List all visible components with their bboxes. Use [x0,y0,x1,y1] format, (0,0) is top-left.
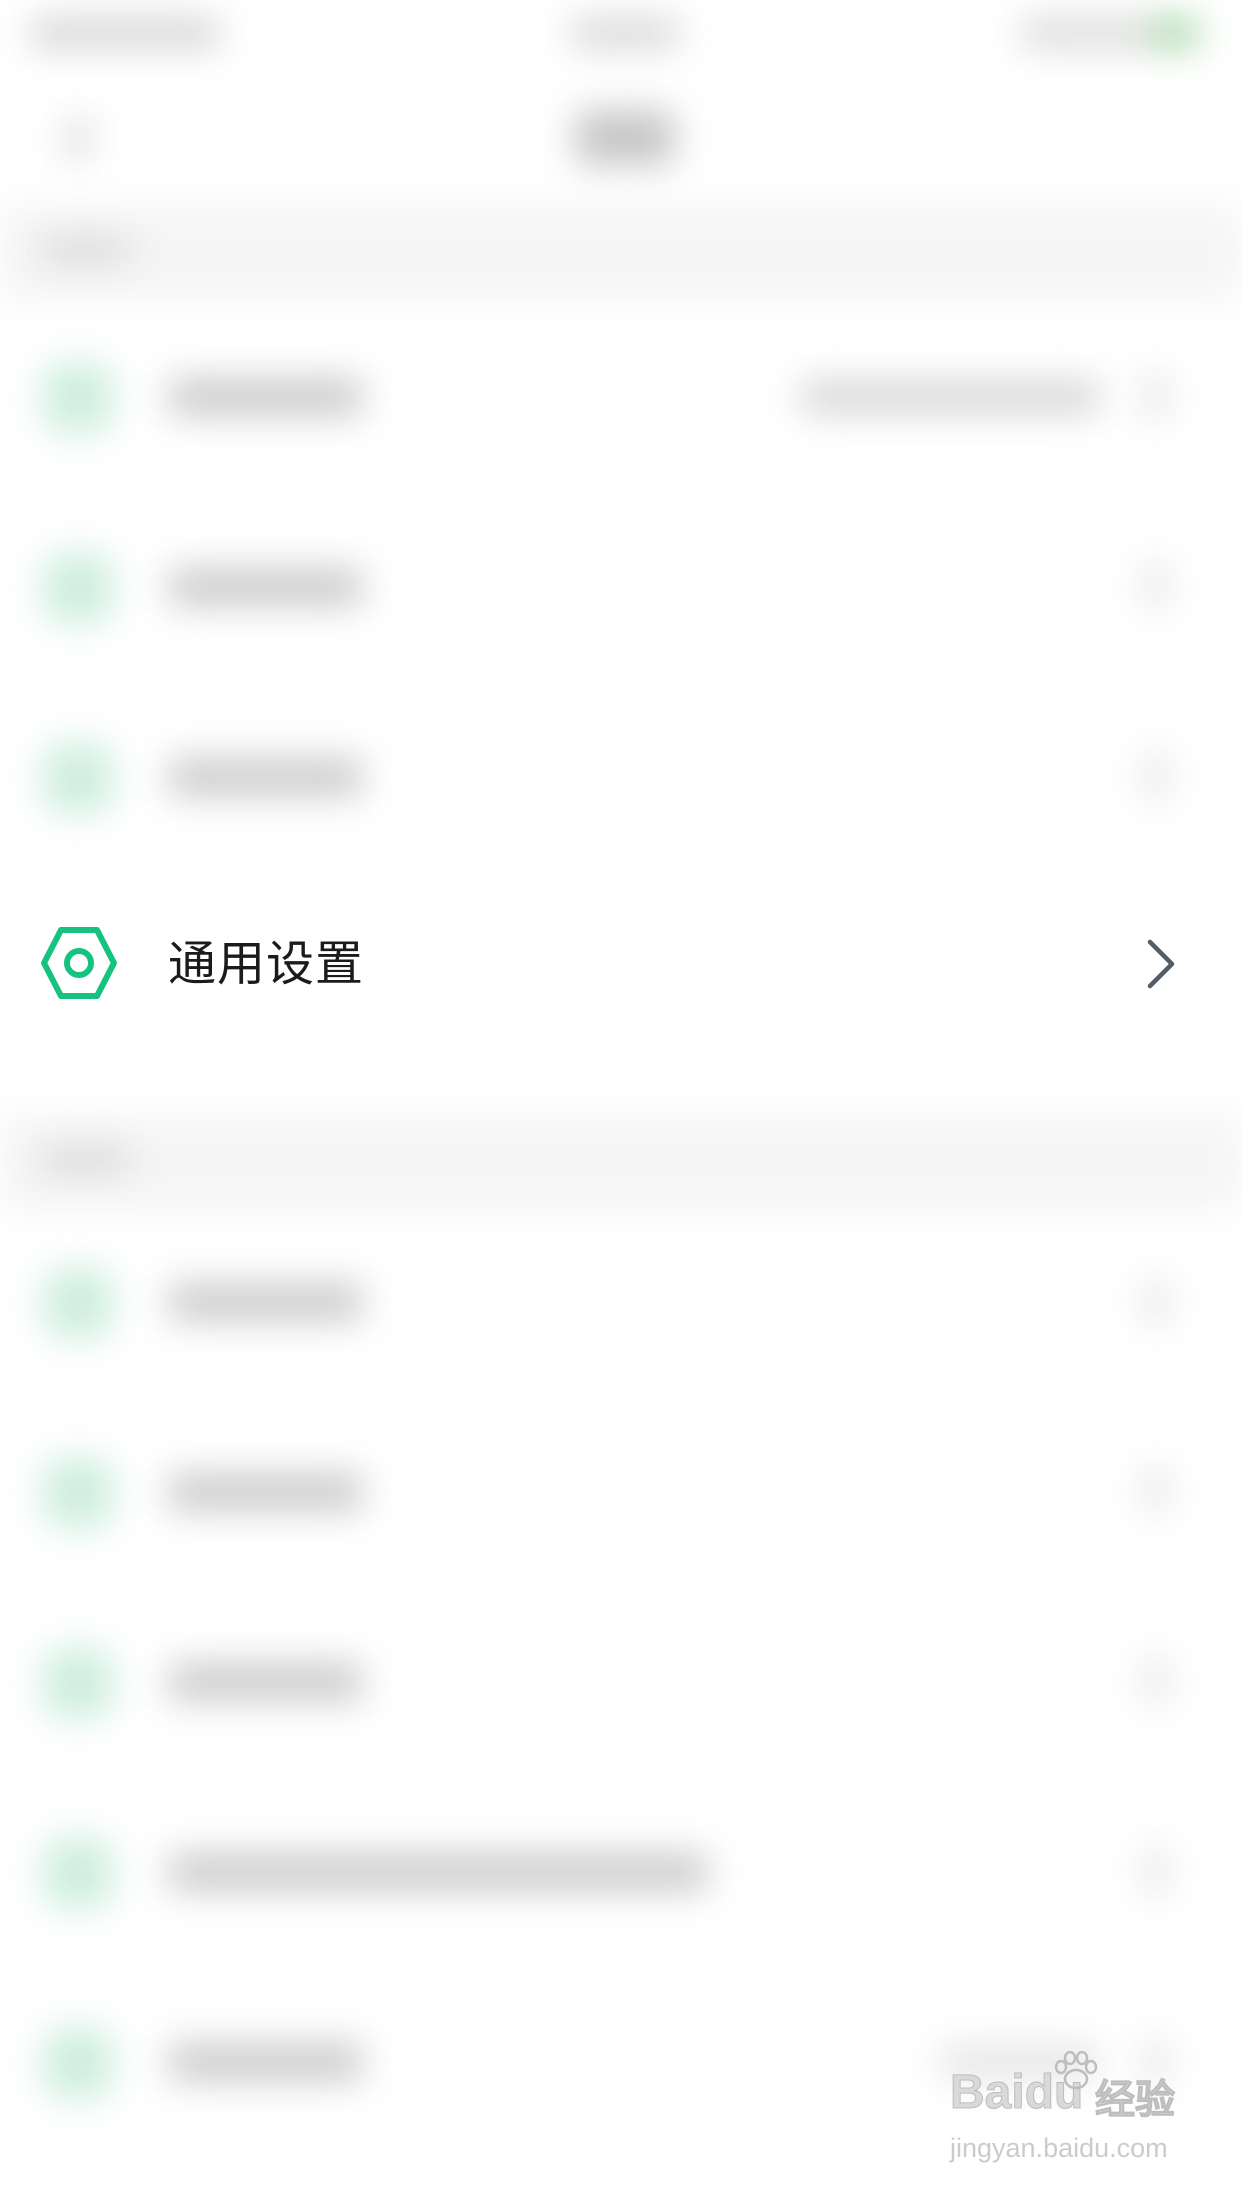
setting-icon [42,552,114,624]
chevron-right-icon [1145,1277,1167,1325]
section-header [0,1115,1242,1210]
watermark-brand-cn: 经验 [1095,2077,1176,2124]
navigation-bar [0,70,1242,205]
gear-icon [40,924,118,1002]
list-item[interactable] [0,1205,1242,1395]
list-item[interactable] [0,680,1242,870]
list-item-label [168,1283,363,1321]
setting-icon [42,1457,114,1529]
list-item-label [168,378,363,416]
setting-icon [42,1837,114,1909]
list-item-label [168,1473,363,1511]
list-item[interactable] [0,300,1242,490]
general-settings-label: 通用设置 [168,936,365,992]
list-item-label [168,1853,708,1891]
baidu-jingyan-watermark: Baidu 经验 jingyan.baidu.com [950,2051,1200,2185]
list-item[interactable] [0,1775,1242,1965]
page-title [575,110,675,165]
list-item-label [168,758,363,796]
battery-icon [1150,18,1200,48]
chevron-right-icon [1145,562,1167,610]
status-bar-time [570,18,680,48]
setting-icon [42,1647,114,1719]
section-header-label [40,1145,130,1175]
status-bar-carrier [30,18,220,48]
status-bar [0,0,1242,70]
blurred-background [0,0,1242,2208]
setting-icon [42,2027,114,2099]
list-item-value [800,380,1100,414]
setting-icon [42,742,114,814]
section-header [0,205,1242,300]
setting-icon [42,362,114,434]
list-item[interactable] [0,1395,1242,1585]
chevron-right-icon [1145,1657,1167,1705]
list-item-label [168,568,363,606]
chevron-right-icon [1140,934,1180,994]
list-item-label [168,1663,363,1701]
chevron-right-icon [1145,372,1167,420]
general-settings-row[interactable]: 通用设置 [0,868,1242,1058]
chevron-right-icon [1145,752,1167,800]
chevron-right-icon [1145,1847,1167,1895]
back-arrow-icon[interactable] [65,118,91,160]
section-header-label [40,235,130,265]
watermark-url: jingyan.baidu.com [950,2133,1168,2163]
paw-icon [1054,2051,1098,2090]
list-item-label [168,2043,363,2081]
setting-icon [42,1267,114,1339]
list-item[interactable] [0,490,1242,680]
list-item[interactable] [0,1585,1242,1775]
chevron-right-icon [1145,1467,1167,1515]
